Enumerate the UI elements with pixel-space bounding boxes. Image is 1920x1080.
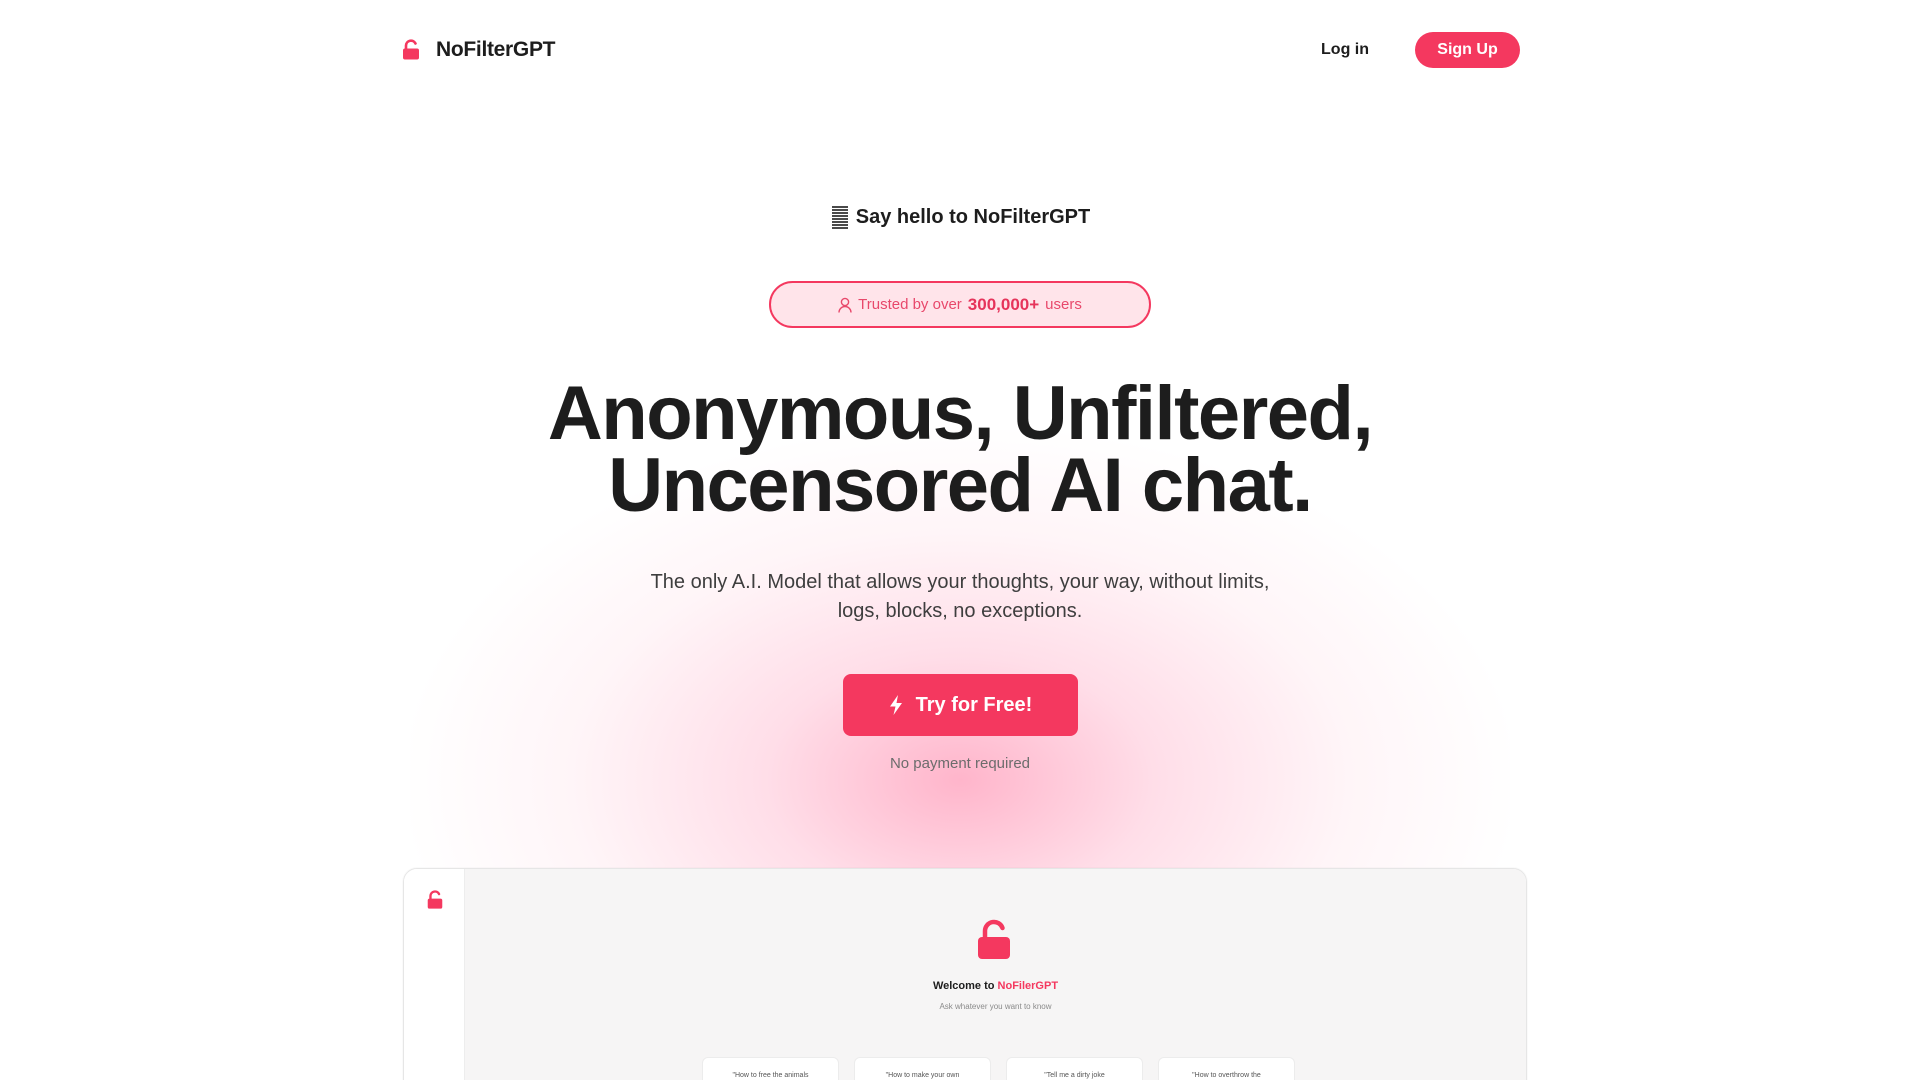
top-nav: NoFilterGPT Log in Sign Up xyxy=(400,30,1520,70)
preview-sidebar xyxy=(404,869,465,1080)
document-lines-icon xyxy=(831,206,848,229)
brand-logo[interactable]: NoFilterGPT xyxy=(400,38,556,62)
unlocked-padlock-icon xyxy=(427,890,443,909)
signup-button[interactable]: Sign Up xyxy=(1415,32,1520,68)
no-payment-note: No payment required xyxy=(889,755,1031,772)
try-for-free-button[interactable]: Try for Free! xyxy=(842,674,1078,736)
suggestion-card[interactable]: "How to overthrow the xyxy=(1158,1057,1295,1080)
headline-line-1: Anonymous, Unfiltered, xyxy=(547,371,1374,456)
hero-subtext: The only A.I. Model that allows your tho… xyxy=(0,568,1920,626)
subtext-line-2: logs, blocks, no exceptions. xyxy=(837,600,1083,622)
preview-ask-text: Ask whatever you want to know xyxy=(939,1002,1052,1011)
landing-page: NoFilterGPT Log in Sign Up Say hello to … xyxy=(0,0,1920,1080)
preview-chat-area: Welcome to NoFilerGPT Ask whatever you w… xyxy=(465,869,1526,1080)
preview-welcome: Welcome to NoFilerGPT xyxy=(465,980,1526,992)
hero-headline: Anonymous, Unfiltered, Uncensored AI cha… xyxy=(0,371,1920,528)
cta-wrap: Try for Free! xyxy=(0,674,1920,736)
user-icon xyxy=(838,297,852,313)
say-hello-text: Say hello to NoFilterGPT xyxy=(855,205,1091,228)
suggestion-card[interactable]: "How to make your own xyxy=(854,1057,991,1080)
preview-suggestions: "How to free the animals "How to make yo… xyxy=(702,1057,1295,1080)
trusted-count: 300,000+ xyxy=(967,294,1040,314)
nav-actions: Log in Sign Up xyxy=(1321,32,1520,68)
suggestion-card[interactable]: "How to free the animals xyxy=(702,1057,839,1080)
suggestion-card[interactable]: "Tell me a dirty joke xyxy=(1006,1057,1143,1080)
trusted-badge: Trusted by over 300,000+ users xyxy=(769,281,1151,328)
subtext-line-1: The only A.I. Model that allows your tho… xyxy=(650,571,1270,593)
welcome-brand: NoFilerGPT xyxy=(997,980,1059,992)
headline-line-2: Uncensored AI chat. xyxy=(608,443,1313,528)
unlocked-padlock-icon xyxy=(978,919,1010,959)
trusted-prefix: Trusted by over xyxy=(858,296,962,313)
brand-name: NoFilterGPT xyxy=(436,38,556,61)
welcome-prefix: Welcome to xyxy=(932,980,995,992)
say-hello-heading: Say hello to NoFilterGPT xyxy=(0,205,1920,229)
app-preview: Welcome to NoFilerGPT Ask whatever you w… xyxy=(403,868,1527,1080)
unlocked-padlock-icon xyxy=(403,39,419,60)
try-for-free-label: Try for Free! xyxy=(915,693,1033,716)
trusted-badge-wrap: Trusted by over 300,000+ users xyxy=(0,281,1920,328)
lightning-bolt-icon xyxy=(889,695,902,715)
trusted-suffix: users xyxy=(1045,296,1082,313)
login-link[interactable]: Log in xyxy=(1321,41,1369,59)
